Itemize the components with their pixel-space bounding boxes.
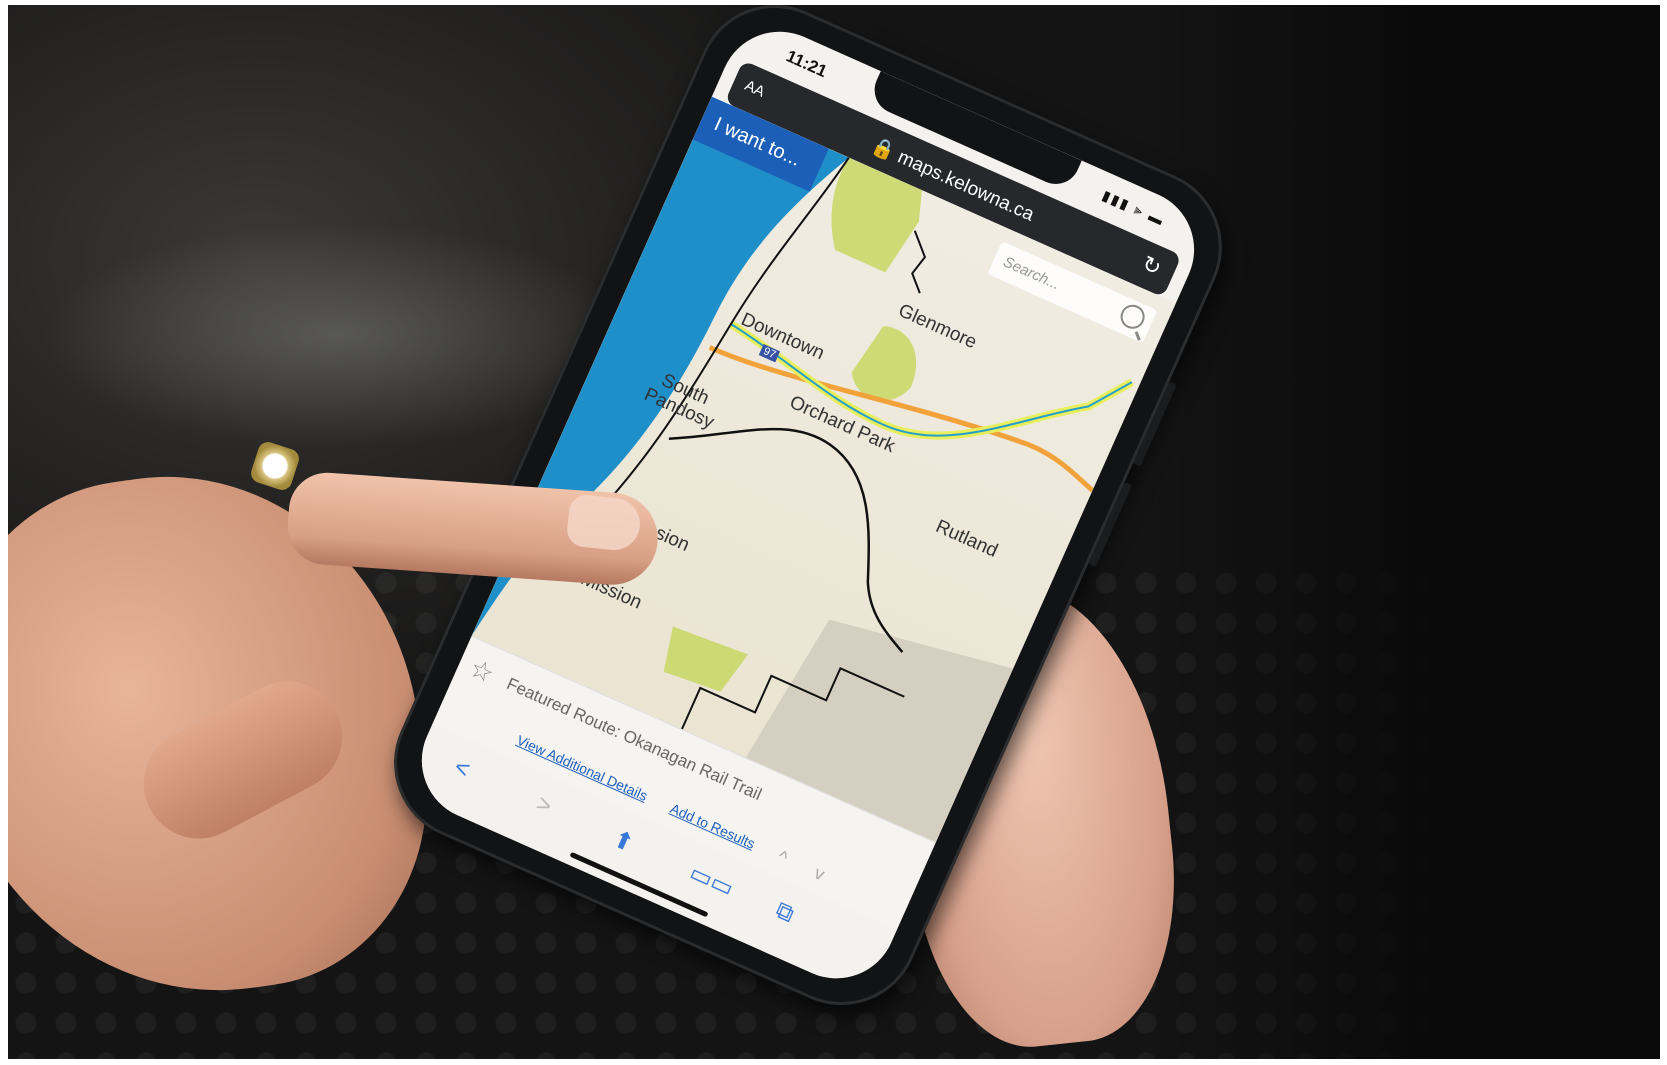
status-time: 11:21 [783, 46, 830, 82]
dark-shade [1140, 5, 1660, 1059]
bookmarks-icon[interactable]: ▭▭ [685, 858, 738, 903]
search-icon[interactable] [1116, 300, 1149, 333]
star-icon[interactable]: ☆ [465, 652, 498, 690]
park-knox [851, 326, 917, 401]
photo-background: 11:21 ▮▮▮ ⫸ ▬ AA 🔒 maps.kelowna.ca ↻ I w… [8, 5, 1660, 1059]
mission-creek [668, 427, 904, 653]
share-icon[interactable]: ⬆ [608, 824, 638, 859]
chevron-up-icon[interactable]: ^ [774, 846, 791, 869]
tabs-icon[interactable]: ⧉ [771, 897, 799, 930]
forward-icon[interactable]: > [532, 790, 556, 821]
chevron-down-icon[interactable]: v [811, 863, 827, 886]
back-icon[interactable]: < [450, 753, 474, 784]
ring [248, 439, 302, 493]
